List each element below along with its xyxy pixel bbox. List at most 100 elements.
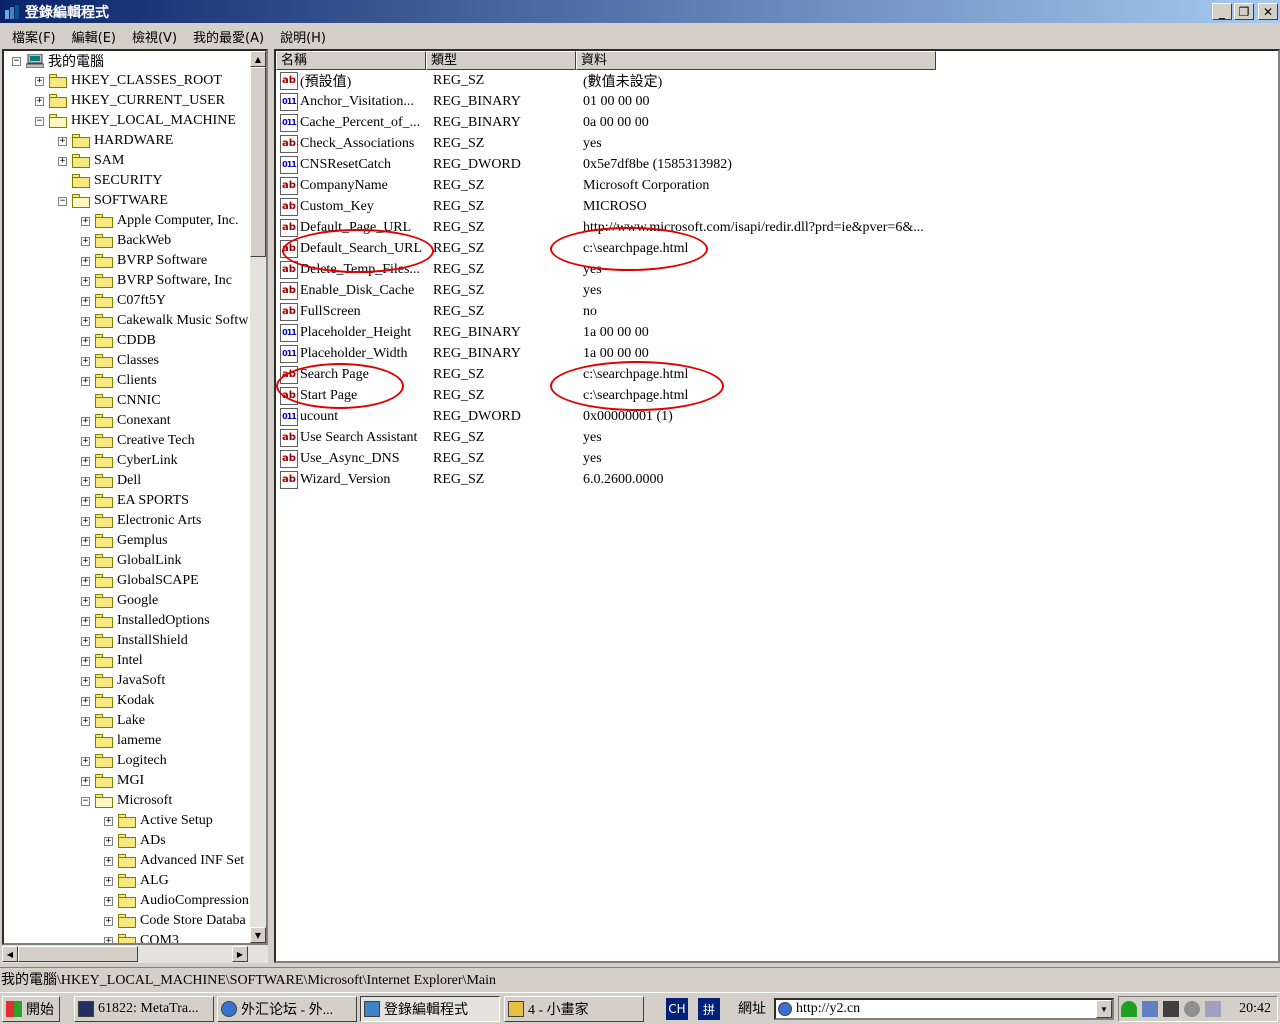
expand-icon[interactable]: + — [35, 96, 44, 106]
expand-icon[interactable]: + — [104, 816, 113, 826]
column-header-type[interactable]: 類型 — [426, 51, 576, 70]
tree-item[interactable]: + HARDWARE — [58, 131, 173, 151]
tree-item[interactable]: + MGI — [81, 771, 144, 791]
tree-item[interactable]: + BackWeb — [81, 231, 171, 251]
value-row[interactable]: ab Enable_Disk_Cache REG_SZ yes — [276, 280, 1276, 301]
value-row[interactable]: ab Check_Associations REG_SZ yes — [276, 133, 1276, 154]
tree-item[interactable]: + Creative Tech — [81, 431, 195, 451]
tree-item[interactable]: + JavaSoft — [81, 671, 165, 691]
collapse-icon[interactable]: − — [58, 196, 67, 206]
tree-item[interactable]: + COM3 — [104, 931, 179, 943]
expand-icon[interactable]: + — [81, 656, 90, 666]
expand-icon[interactable]: + — [104, 836, 113, 846]
start-button[interactable]: 開始 — [2, 996, 60, 1022]
value-row[interactable]: 011 Cache_Percent_of_... REG_BINARY 0a 00 0… — [276, 112, 1276, 133]
value-row[interactable]: ab Default_Search_URL REG_SZ c:\searchpage.… — [276, 238, 1276, 259]
tree-item[interactable]: − HKEY_LOCAL_MACHINE — [35, 111, 236, 131]
expand-icon[interactable]: + — [81, 296, 90, 306]
tree-item[interactable]: + Clients — [81, 371, 157, 391]
tree-item[interactable]: + Electronic Arts — [81, 511, 201, 531]
value-row[interactable]: ab Delete_Temp_Files... REG_SZ yes — [276, 259, 1276, 280]
tree-item[interactable]: + InstallShield — [81, 631, 188, 651]
restore-button[interactable]: ❐ — [1234, 3, 1254, 20]
tree-item[interactable]: + GlobalLink — [81, 551, 182, 571]
value-row[interactable]: ab Search Page REG_SZ c:\searchpage.html — [276, 364, 1276, 385]
tree-item[interactable]: + Code Store Databa — [104, 911, 246, 931]
expand-icon[interactable]: + — [81, 616, 90, 626]
tree-item[interactable]: + Kodak — [81, 691, 154, 711]
expand-icon[interactable]: + — [81, 256, 90, 266]
tree-item[interactable]: + SAM — [58, 151, 124, 171]
value-row[interactable]: ab (預設值) REG_SZ (數值未設定) — [276, 70, 1276, 91]
column-header-name[interactable]: 名稱 — [276, 51, 426, 70]
tree-item[interactable]: + Apple Computer, Inc. — [81, 211, 239, 231]
expand-icon[interactable]: + — [104, 896, 113, 906]
tree-item[interactable]: + Gemplus — [81, 531, 168, 551]
value-row[interactable]: ab FullScreen REG_SZ no — [276, 301, 1276, 322]
expand-icon[interactable]: + — [58, 136, 67, 146]
tree-horizontal-scrollbar[interactable]: ◀ ▶ — [2, 945, 268, 963]
expand-icon[interactable]: + — [81, 516, 90, 526]
value-row[interactable]: ab Default_Page_URL REG_SZ http://www.micro… — [276, 217, 1276, 238]
expand-icon[interactable]: + — [81, 756, 90, 766]
tree-item[interactable]: + Logitech — [81, 751, 167, 771]
value-row[interactable]: ab CompanyName REG_SZ Microsoft Corporation — [276, 175, 1276, 196]
expand-icon[interactable]: + — [81, 236, 90, 246]
tree-item[interactable]: + HKEY_CURRENT_USER — [35, 91, 225, 111]
expand-icon[interactable]: + — [81, 376, 90, 386]
tree-item[interactable]: lameme — [81, 731, 161, 751]
expand-icon[interactable]: + — [81, 216, 90, 226]
expand-icon[interactable]: + — [81, 436, 90, 446]
minimize-button[interactable]: _ — [1212, 3, 1232, 20]
language-indicator[interactable]: CH — [666, 998, 688, 1020]
value-row[interactable]: 011 ucount REG_DWORD 0x00000001 (1) — [276, 406, 1276, 427]
menu-favorites[interactable]: 我的最愛(A) — [185, 27, 272, 46]
expand-icon[interactable]: + — [104, 936, 113, 943]
tree-item[interactable]: + Cakewalk Music Softw — [81, 311, 248, 331]
tree-item[interactable]: + C07ft5Y — [81, 291, 166, 311]
value-row[interactable]: ab Start Page REG_SZ c:\searchpage.html — [276, 385, 1276, 406]
expand-icon[interactable]: + — [81, 416, 90, 426]
collapse-icon[interactable]: − — [81, 796, 90, 806]
tree-vertical-scrollbar[interactable]: ▲ ▼ — [250, 51, 266, 943]
value-row[interactable]: 011 Placeholder_Height REG_BINARY 1a 00 00 … — [276, 322, 1276, 343]
tray-umbrella-icon[interactable] — [1121, 1001, 1137, 1017]
tree-item[interactable]: + BVRP Software — [81, 251, 207, 271]
tree-item[interactable]: CNNIC — [81, 391, 161, 411]
tree-item[interactable]: + Intel — [81, 651, 143, 671]
tree-item[interactable]: + Conexant — [81, 411, 171, 431]
expand-icon[interactable]: + — [81, 496, 90, 506]
value-row[interactable]: 011 Anchor_Visitation... REG_BINARY 01 00 0… — [276, 91, 1276, 112]
tree-item[interactable]: + AudioCompression — [104, 891, 249, 911]
tree-item[interactable]: + Dell — [81, 471, 141, 491]
expand-icon[interactable]: + — [104, 916, 113, 926]
input-method-indicator[interactable]: 拼 — [698, 998, 720, 1020]
value-row[interactable]: 011 CNSResetCatch REG_DWORD 0x5e7df8be (158… — [276, 154, 1276, 175]
scroll-right-button[interactable]: ▶ — [232, 946, 248, 962]
address-input[interactable]: http://y2.cn ▼ — [774, 998, 1114, 1020]
expand-icon[interactable]: + — [81, 336, 90, 346]
tray-disc-icon[interactable] — [1184, 1001, 1200, 1017]
value-row[interactable]: ab Custom_Key REG_SZ MICROSO — [276, 196, 1276, 217]
tree-item[interactable]: SECURITY — [58, 171, 162, 191]
expand-icon[interactable]: + — [81, 696, 90, 706]
expand-icon[interactable]: + — [81, 676, 90, 686]
tree-item[interactable]: + ADs — [104, 831, 166, 851]
taskbar-button-regedit[interactable]: 登錄編輯程式 — [360, 996, 500, 1022]
collapse-icon[interactable]: − — [12, 56, 21, 66]
collapse-icon[interactable]: − — [35, 116, 44, 126]
menu-help[interactable]: 說明(H) — [272, 27, 334, 46]
tree-item[interactable]: + CDDB — [81, 331, 156, 351]
expand-icon[interactable]: + — [81, 636, 90, 646]
value-row[interactable]: ab Use_Async_DNS REG_SZ yes — [276, 448, 1276, 469]
expand-icon[interactable]: + — [81, 456, 90, 466]
tray-network-icon[interactable] — [1142, 1001, 1158, 1017]
taskbar-button-paint[interactable]: 4 - 小畫家 — [504, 996, 644, 1022]
expand-icon[interactable]: + — [81, 716, 90, 726]
tree-item[interactable]: − SOFTWARE — [58, 191, 168, 211]
expand-icon[interactable]: + — [58, 156, 67, 166]
scroll-down-button[interactable]: ▼ — [250, 927, 266, 943]
tree-item[interactable]: + Classes — [81, 351, 159, 371]
tree-item[interactable]: + Active Setup — [104, 811, 213, 831]
taskbar-button-metatrader[interactable]: 61822: MetaTra... — [74, 996, 214, 1022]
